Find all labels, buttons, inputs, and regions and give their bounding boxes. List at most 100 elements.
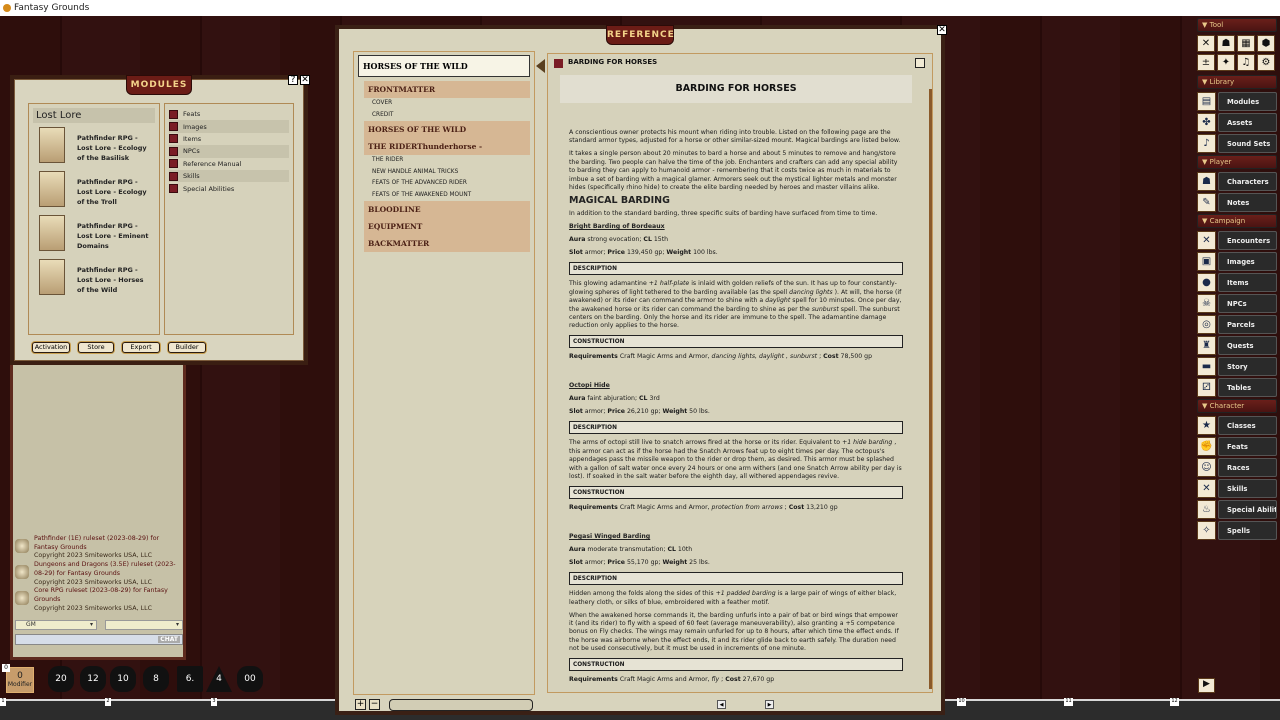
d20-die[interactable]: 20 (48, 666, 74, 692)
sidebar-item-classes[interactable]: ★ Classes (1197, 416, 1277, 435)
d4-die[interactable]: 4 (206, 666, 232, 692)
toc-entry[interactable]: CREDIT (372, 110, 534, 122)
category-item[interactable]: Images (169, 120, 289, 133)
sidebar-item-story[interactable]: ▬ Story (1197, 357, 1277, 376)
close-button[interactable]: ✕ (937, 25, 947, 35)
collapse-toc-arrow-icon[interactable] (536, 59, 545, 73)
sidebar-item-characters[interactable]: ☗ Characters (1197, 172, 1277, 191)
category-item[interactable]: Feats (169, 108, 289, 120)
toc-entry[interactable]: COVER (372, 98, 534, 110)
builder-button[interactable]: Builder (168, 342, 206, 353)
help-button[interactable]: ? (288, 75, 298, 85)
sidebar-item-items[interactable]: ● Items (1197, 273, 1277, 292)
toc-title[interactable]: HORSES OF THE WILD (358, 55, 530, 77)
lock-toggle-icon[interactable] (915, 58, 925, 68)
book-icon (169, 171, 178, 181)
effects-icon[interactable]: ✦ (1217, 54, 1235, 71)
sidebar-item-special-abilitie[interactable]: ♨Special Abilitie (1197, 500, 1277, 519)
sidebar-item-races[interactable]: ☺ Races (1197, 458, 1277, 477)
export-button[interactable]: Export (122, 342, 160, 353)
toc-section[interactable]: HORSES OF THE WILD (364, 121, 530, 138)
toc-section[interactable]: BLOODLINE (364, 201, 530, 218)
sidebar-item-modules[interactable]: ▤ Modules (1197, 92, 1277, 111)
chat-button[interactable]: CHAT (158, 636, 180, 643)
d8-die[interactable]: 8 (143, 666, 169, 692)
d6-die[interactable]: 6. (177, 666, 203, 692)
sidebar-item-npcs[interactable]: ☠ NPCs (1197, 294, 1277, 313)
close-button[interactable]: ✕ (300, 75, 310, 85)
previous-page-button[interactable]: ◀ (717, 700, 726, 709)
sidebar-section-player[interactable]: ▼ Player (1197, 155, 1277, 169)
category-label: Reference Manual (183, 159, 242, 168)
sidebar-item-notes[interactable]: ✎ Notes (1197, 193, 1277, 212)
sidebar-item-tables[interactable]: ⚂ Tables (1197, 378, 1277, 397)
d10-die[interactable]: 10 (110, 666, 136, 692)
sidebar-item-label: Items (1218, 273, 1277, 292)
sidebar-item-spells[interactable]: ✧ Spells (1197, 521, 1277, 540)
chat-input[interactable]: CHAT (15, 634, 183, 645)
app-title: Fantasy Grounds (14, 3, 90, 13)
sidebar-section-tool[interactable]: ▼ Tool (1197, 18, 1277, 32)
toc-section[interactable]: BACKMATTER (364, 235, 530, 252)
combat-tracker-icon[interactable]: ✕ (1197, 35, 1215, 52)
modifier-lock-toggle[interactable]: 0 (2, 664, 10, 672)
activation-button[interactable]: Activation (32, 342, 70, 353)
category-item[interactable]: Skills (169, 169, 289, 183)
category-item[interactable]: Reference Manual (169, 158, 289, 170)
item-title[interactable]: Octopi Hide (569, 382, 610, 389)
toc-entry[interactable]: THE RIDER (372, 155, 534, 167)
module-item[interactable]: Pathfinder RPG - Lost Lore - Ecology of … (39, 171, 159, 215)
party-icon[interactable]: ☗ (1217, 35, 1235, 52)
d100-die[interactable]: 00 (237, 666, 263, 692)
sidebar-item-sound-sets[interactable]: ♪ Sound Sets (1197, 134, 1277, 153)
sidebar-item-feats[interactable]: ✊ Feats (1197, 437, 1277, 456)
sidebar-section-library[interactable]: ▼ Library (1197, 75, 1277, 89)
sidebar-item-images[interactable]: ▣ Images (1197, 252, 1277, 271)
language-select[interactable] (105, 620, 183, 630)
toc-section[interactable]: THE RIDERThunderhorse - (364, 138, 530, 155)
toc-section[interactable]: FRONTMATTER (364, 81, 530, 98)
notes-icon: ✎ (1197, 193, 1216, 212)
remove-button[interactable]: − (369, 699, 380, 710)
toc-section[interactable]: EQUIPMENT (364, 218, 530, 235)
category-item[interactable]: Special Abilities (169, 182, 289, 194)
sidebar-section-character[interactable]: ▼ Character (1197, 399, 1277, 413)
module-item[interactable]: Pathfinder RPG - Lost Lore - Ecology of … (39, 127, 159, 171)
next-page-button[interactable]: ▶ (765, 700, 774, 709)
dice-icon[interactable]: ⬢ (1257, 35, 1275, 52)
sidebar-item-skills[interactable]: ✕ Skills (1197, 479, 1277, 498)
category-item[interactable]: Items (169, 133, 289, 145)
toc-entry[interactable]: FEATS OF THE ADVANCED RIDER (372, 178, 534, 190)
item-title[interactable]: Bright Barding of Bordeaux (569, 223, 665, 230)
toc-entry[interactable]: NEW HANDLE ANIMAL TRICKS (372, 167, 534, 179)
play-button[interactable]: ▶ (1198, 678, 1215, 693)
message-copyright: Copyright 2023 Smiteworks USA, LLC (34, 604, 152, 612)
module-item[interactable]: Pathfinder RPG - Lost Lore - Eminent Dom… (39, 215, 159, 259)
item-title[interactable]: Pegasi Winged Barding (569, 533, 650, 540)
sidebar-section-campaign[interactable]: ▼ Campaign (1197, 214, 1277, 228)
window-titlebar: Fantasy Grounds (0, 0, 1280, 16)
modifiers-icon[interactable]: ± (1197, 54, 1215, 71)
toc-entry[interactable]: FEATS OF THE AWAKENED MOUNT (372, 190, 534, 202)
sidebar-item-quests[interactable]: ♜ Quests (1197, 336, 1277, 355)
modifier-box[interactable]: 0 Modifier (6, 667, 34, 693)
add-button[interactable]: + (355, 699, 366, 710)
item-title-link[interactable]: Bright Barding of Bordeaux (569, 223, 903, 231)
item-title-link[interactable]: Pegasi Winged Barding (569, 533, 903, 541)
sidebar-item-encounters[interactable]: ✕ Encounters (1197, 231, 1277, 250)
identity-select[interactable]: GM (15, 620, 97, 630)
page-body: A conscientious owner protects his mount… (569, 129, 903, 689)
store-button[interactable]: Store (78, 342, 114, 353)
text-run: 15th (651, 236, 669, 244)
settings-icon[interactable]: ⚙ (1257, 54, 1275, 71)
module-item[interactable]: Pathfinder RPG - Lost Lore - Horses of t… (39, 259, 159, 303)
calendar-icon[interactable]: ▦ (1237, 35, 1255, 52)
sidebar-item-parcels[interactable]: ◎ Parcels (1197, 315, 1277, 334)
search-input[interactable] (389, 699, 533, 711)
category-item[interactable]: NPCs (169, 145, 289, 158)
scrollbar[interactable] (929, 89, 932, 689)
item-title-link[interactable]: Octopi Hide (569, 382, 903, 390)
sidebar-item-assets[interactable]: ✤ Assets (1197, 113, 1277, 132)
music-icon[interactable]: ♫ (1237, 54, 1255, 71)
d12-die[interactable]: 12 (80, 666, 106, 692)
